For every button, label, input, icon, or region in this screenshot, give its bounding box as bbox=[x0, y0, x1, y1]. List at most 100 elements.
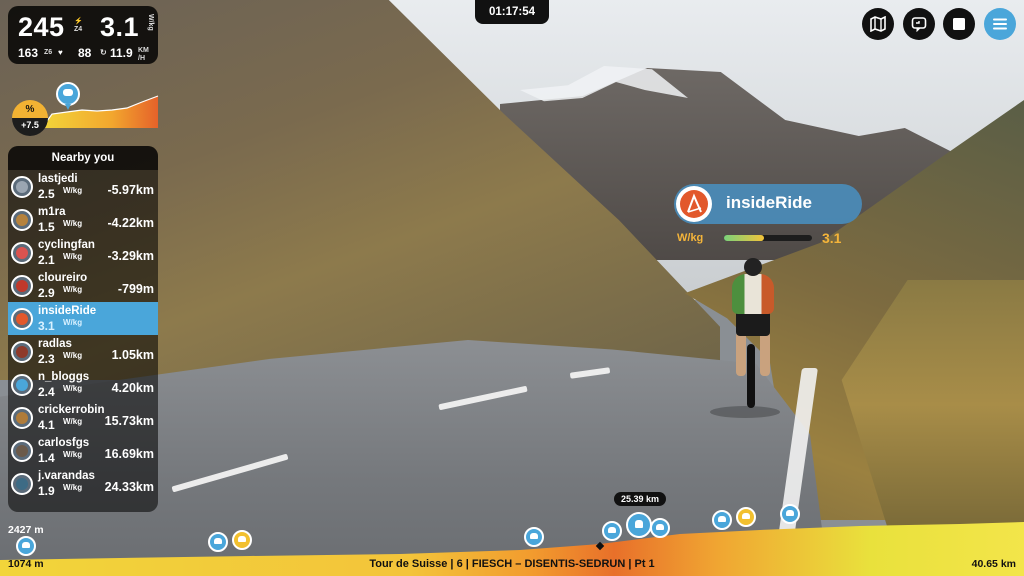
rider-wkg: 1.9 bbox=[38, 484, 55, 498]
stop-button[interactable] bbox=[943, 8, 975, 40]
rider-tag-wkg-value: 3.1 bbox=[822, 230, 842, 246]
hr-zone: Z6 bbox=[44, 49, 53, 56]
rider-name: n_bloggs bbox=[38, 371, 90, 383]
rider-avatar bbox=[11, 209, 33, 231]
stats-panel: 245 ⚡ Z4 3.1 W/kg 163 Z6 ♥ 88 ↻ 11.9 KM/H bbox=[8, 6, 158, 64]
wkg-unit: W/kg bbox=[147, 14, 154, 31]
rider-wkg: 2.5 bbox=[38, 187, 55, 201]
rider-distance: -799m bbox=[117, 282, 154, 296]
rider-tag-wkg-bar bbox=[724, 235, 812, 241]
grade-badge: % +7.5 bbox=[12, 100, 48, 136]
power-zone: ⚡ Z4 bbox=[74, 18, 83, 33]
rider-name-tag: insideRide bbox=[674, 184, 862, 224]
ride-timer: 01:17:54 bbox=[475, 0, 549, 24]
current-distance-bubble: 25.39 km bbox=[614, 492, 666, 506]
rider-pin[interactable] bbox=[650, 518, 670, 538]
rider-name: lastjedi bbox=[38, 173, 78, 185]
rider-wkg: 1.4 bbox=[38, 451, 55, 465]
nearby-rider-row[interactable]: crickerrobin 4.1 W/kg 15.73km bbox=[8, 401, 158, 434]
rider-distance: -5.97km bbox=[107, 183, 154, 197]
rider-avatar bbox=[11, 374, 33, 396]
rider-distance: 16.69km bbox=[104, 447, 154, 461]
nearby-rider-row[interactable]: n_bloggs 2.4 W/kg 4.20km bbox=[8, 368, 158, 401]
nearby-rider-list: lastjedi 2.5 W/kg -5.97km m1ra 1.5 W/kg -4.22km… bbox=[8, 170, 158, 500]
heart-icon: ♥ bbox=[58, 48, 63, 57]
route-name: Tour de Suisse | 6 | FIESCH – DISENTIS-S… bbox=[369, 558, 655, 570]
rider-pin[interactable] bbox=[780, 504, 800, 524]
rider-name: insideRide bbox=[38, 305, 97, 317]
rider-wkg: 2.9 bbox=[38, 286, 55, 300]
rider-wkg: 4.1 bbox=[38, 418, 55, 432]
rider-avatar bbox=[11, 176, 33, 198]
rider-wkg-unit: W/kg bbox=[63, 318, 83, 327]
grade-symbol: % bbox=[25, 104, 35, 115]
nearby-riders-panel: Nearby you lastjedi 2.5 W/kg -5.97km m1ra 1.5… bbox=[8, 146, 158, 512]
cyclist-jersey bbox=[732, 274, 774, 314]
rider-avatar bbox=[11, 308, 33, 330]
menu-button[interactable] bbox=[984, 8, 1016, 40]
nearby-rider-row[interactable]: carlosfgs 1.4 W/kg 16.69km bbox=[8, 434, 158, 467]
nearby-rider-row[interactable]: m1ra 1.5 W/kg -4.22km bbox=[8, 203, 158, 236]
map-icon bbox=[870, 16, 886, 32]
rider-wkg: 2.4 bbox=[38, 385, 55, 399]
rider-tag-wkg-label: W/kg bbox=[677, 232, 704, 244]
rider-name: cloureiro bbox=[38, 272, 88, 284]
cadence-icon: ↻ bbox=[100, 48, 107, 57]
bike-wheel bbox=[747, 344, 755, 408]
stop-icon bbox=[953, 18, 965, 30]
power-value: 245 bbox=[18, 12, 65, 42]
rider-avatar bbox=[11, 473, 33, 495]
rider-wkg: 1.5 bbox=[38, 220, 55, 234]
total-distance: 40.65 km bbox=[971, 558, 1016, 570]
rider-name: j.varandas bbox=[38, 470, 95, 482]
rider-avatar bbox=[11, 275, 33, 297]
wkg-value: 3.1 bbox=[100, 12, 140, 42]
rider-tag-name: insideRide bbox=[726, 193, 812, 212]
speed-value: 11.9 bbox=[110, 46, 133, 60]
rider-avatar bbox=[11, 440, 33, 462]
nearby-rider-row[interactable]: radlas 2.3 W/kg 1.05km bbox=[8, 335, 158, 368]
cyclist bbox=[710, 258, 780, 418]
rider-wkg-unit: W/kg bbox=[63, 252, 83, 261]
cyclist-shadow bbox=[710, 406, 780, 418]
cyclist-leg bbox=[736, 332, 746, 376]
mini-profile-rider-pin bbox=[56, 82, 80, 110]
my-position-pin[interactable] bbox=[626, 512, 652, 538]
rider-name: cyclingfan bbox=[38, 239, 95, 251]
cyclist-helmet bbox=[744, 258, 762, 276]
rider-wkg-unit: W/kg bbox=[63, 186, 83, 195]
menu-icon bbox=[993, 18, 1007, 30]
rider-wkg-unit: W/kg bbox=[63, 219, 83, 228]
rider-wkg: 3.1 bbox=[38, 319, 55, 333]
grade-value: +7.5 bbox=[21, 120, 39, 130]
nearby-rider-row[interactable]: cloureiro 2.9 W/kg -799m bbox=[8, 269, 158, 302]
map-button[interactable] bbox=[862, 8, 894, 40]
rider-distance: -3.29km bbox=[107, 249, 154, 263]
rider-name: m1ra bbox=[38, 206, 66, 218]
rider-pin[interactable] bbox=[602, 521, 622, 541]
rider-pin[interactable] bbox=[736, 507, 756, 527]
rider-pin[interactable] bbox=[208, 532, 228, 552]
altitude-top: 2427 m bbox=[8, 524, 44, 536]
camera-button[interactable] bbox=[903, 8, 935, 40]
rider-wkg: 2.1 bbox=[38, 253, 55, 267]
nearby-rider-row[interactable]: insideRide 3.1 W/kg bbox=[8, 302, 158, 335]
rider-pin[interactable] bbox=[712, 510, 732, 530]
rider-wkg: 2.3 bbox=[38, 352, 55, 366]
nearby-rider-row[interactable]: cyclingfan 2.1 W/kg -3.29km bbox=[8, 236, 158, 269]
rider-avatar bbox=[11, 407, 33, 429]
course-elevation-bar: 2427 m 1074 m Tour de Suisse | 6 | FIESC… bbox=[0, 520, 1024, 576]
rider-tag-wkg-bar-fill bbox=[724, 235, 764, 241]
rider-name: radlas bbox=[38, 338, 72, 350]
nearby-rider-row[interactable]: lastjedi 2.5 W/kg -5.97km bbox=[8, 170, 158, 203]
rider-distance: 4.20km bbox=[111, 381, 154, 395]
nearby-title: Nearby you bbox=[8, 146, 158, 170]
rider-avatar bbox=[11, 242, 33, 264]
cadence-value: 88 bbox=[78, 46, 92, 60]
rider-pin[interactable] bbox=[524, 527, 544, 547]
rider-pin[interactable] bbox=[232, 530, 252, 550]
camera-icon bbox=[911, 17, 927, 32]
rider-pin[interactable] bbox=[16, 536, 36, 556]
heart-rate-value: 163 bbox=[18, 46, 39, 60]
nearby-rider-row[interactable]: j.varandas 1.9 W/kg 24.33km bbox=[8, 467, 158, 500]
